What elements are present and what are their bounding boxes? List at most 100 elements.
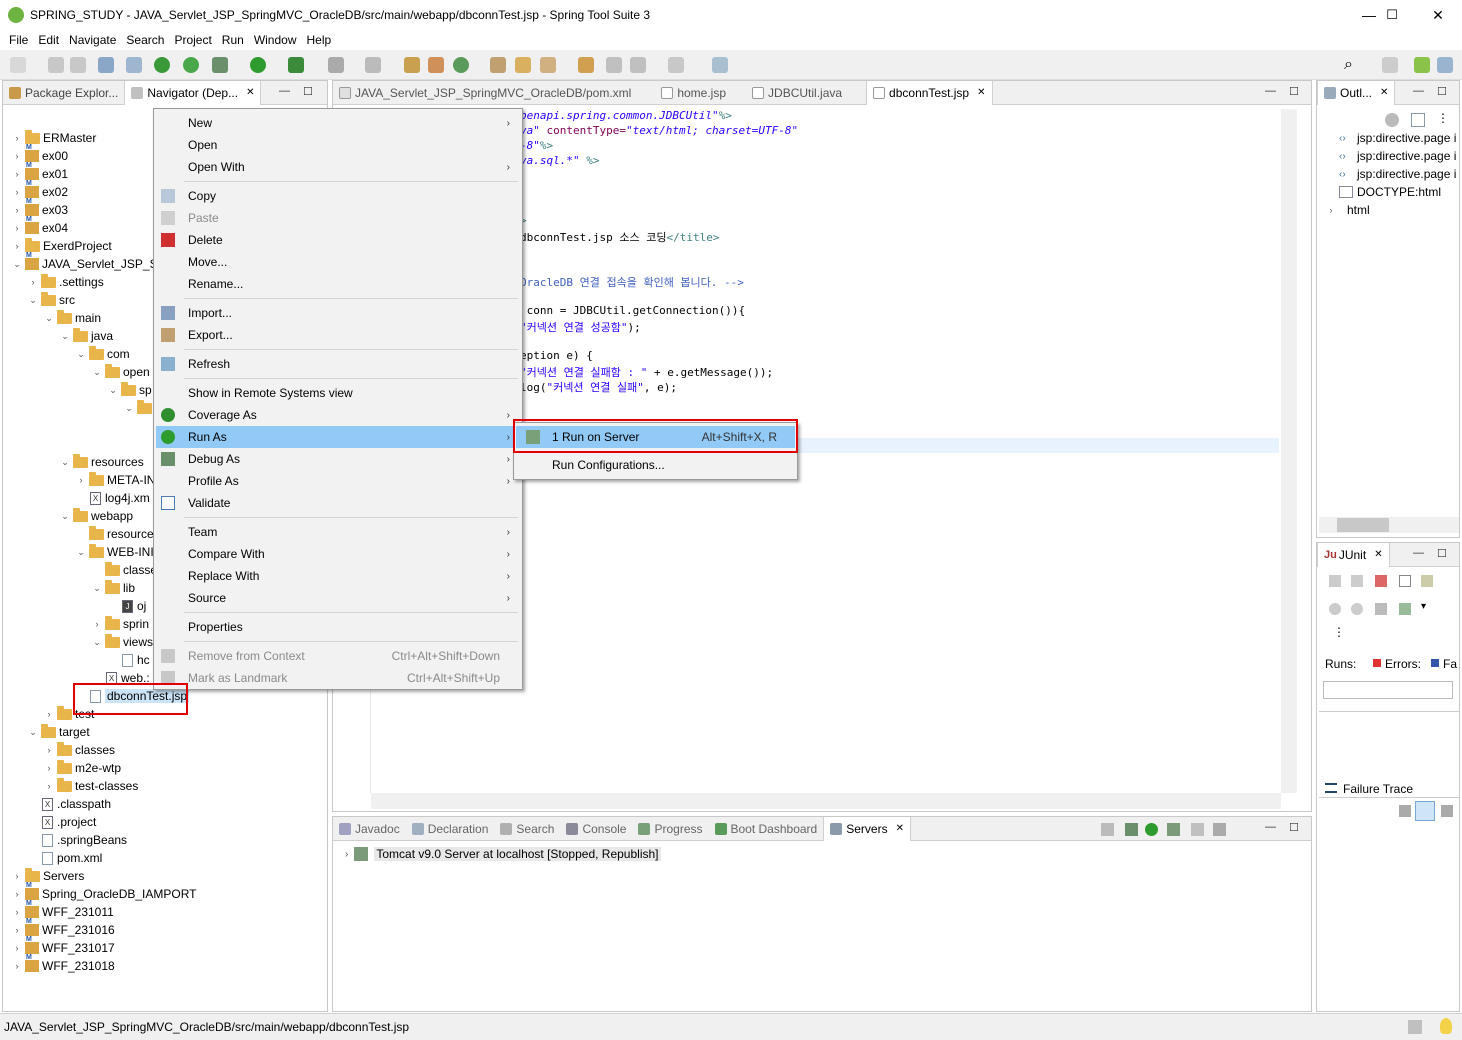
tree-item[interactable]: ⌄ open bbox=[91, 363, 150, 381]
menu-item-compare-with[interactable]: Compare With › bbox=[156, 543, 520, 565]
new-java-project-icon[interactable] bbox=[404, 57, 420, 73]
tree-item[interactable]: › WFF_231018 bbox=[11, 954, 115, 975]
previous-failure-icon[interactable] bbox=[1351, 575, 1363, 587]
outline-hscrollbar[interactable] bbox=[1319, 517, 1459, 533]
tree-item[interactable]: .springBeans bbox=[27, 831, 127, 849]
tree-item[interactable]: resource bbox=[75, 525, 154, 543]
minimize-view-icon[interactable]: — bbox=[1413, 547, 1424, 559]
expand-arrow-icon[interactable]: › bbox=[11, 205, 23, 215]
expand-arrow-icon[interactable]: ⌄ bbox=[91, 637, 103, 648]
tree-item[interactable]: ⌄ src bbox=[27, 291, 75, 309]
search-icon[interactable]: ⌕ bbox=[1344, 57, 1360, 73]
tip-lightbulb-icon[interactable] bbox=[1440, 1018, 1452, 1034]
menu-item-replace-with[interactable]: Replace With › bbox=[156, 565, 520, 587]
debug-icon[interactable] bbox=[212, 57, 228, 73]
spring-perspective-icon[interactable] bbox=[1414, 57, 1430, 73]
close-tab-icon[interactable]: ✕ bbox=[246, 87, 254, 98]
new-icon[interactable] bbox=[10, 57, 26, 73]
expand-arrow-icon[interactable]: ⌄ bbox=[59, 457, 71, 468]
expand-arrow-icon[interactable]: ⌄ bbox=[75, 547, 87, 558]
expand-arrow-icon[interactable]: ⌄ bbox=[123, 403, 135, 414]
tab-dbconntest-jsp[interactable]: dbconnTest.jsp ✕ bbox=[866, 80, 993, 105]
menu-edit[interactable]: Edit bbox=[33, 33, 64, 47]
menu-item-debug-as[interactable]: Debug As › bbox=[156, 448, 520, 470]
minimize-view-icon[interactable]: — bbox=[1413, 85, 1424, 97]
tree-item[interactable]: › classes bbox=[43, 741, 115, 759]
close-tab-icon[interactable]: ✕ bbox=[977, 87, 985, 98]
expand-arrow-icon[interactable]: › bbox=[11, 943, 23, 953]
dropdown-icon[interactable]: ▾ bbox=[1421, 601, 1426, 612]
maximize-editor-icon[interactable]: ☐ bbox=[1289, 85, 1299, 98]
collapse-all-icon[interactable] bbox=[1385, 113, 1399, 127]
forward-icon[interactable] bbox=[668, 57, 684, 73]
expand-arrow-icon[interactable]: › bbox=[91, 619, 103, 629]
expand-arrow-icon[interactable]: ⌄ bbox=[27, 295, 39, 306]
tree-item[interactable]: › ERMaster bbox=[11, 129, 96, 147]
tree-item[interactable]: › ex03 bbox=[11, 198, 69, 219]
tree-item[interactable]: › ex01 bbox=[11, 162, 69, 183]
expand-arrow-icon[interactable]: › bbox=[75, 475, 87, 485]
tree-item[interactable]: › ex00 bbox=[11, 144, 69, 165]
outline-item[interactable]: DOCTYPE:html bbox=[1325, 183, 1441, 201]
tree-item[interactable]: X .project bbox=[27, 813, 96, 831]
save-all-icon[interactable] bbox=[70, 57, 86, 73]
maximize-view-icon[interactable]: ☐ bbox=[1437, 547, 1447, 560]
menu-item-coverage-as[interactable]: Coverage As › bbox=[156, 404, 520, 426]
filter-stack-icon[interactable] bbox=[1415, 801, 1435, 821]
menu-search[interactable]: Search bbox=[121, 33, 169, 47]
maximize-view-icon[interactable]: ☐ bbox=[1437, 85, 1447, 98]
menu-item-run-as[interactable]: Run As › bbox=[156, 426, 520, 448]
tab-outline[interactable]: Outl... ✕ bbox=[1317, 80, 1396, 105]
menu-item-properties[interactable]: Properties bbox=[156, 616, 520, 638]
minimize-view-icon[interactable]: — bbox=[279, 85, 290, 97]
menu-help[interactable]: Help bbox=[302, 33, 337, 47]
tree-item[interactable]: ⌄ sp bbox=[107, 381, 152, 399]
menu-item-copy[interactable]: Copy bbox=[156, 185, 520, 207]
view-menu-icon[interactable]: ⋮ bbox=[1437, 111, 1449, 125]
expand-arrow-icon[interactable]: › bbox=[11, 871, 23, 881]
menu-navigate[interactable]: Navigate bbox=[64, 33, 121, 47]
editor-vscrollbar[interactable] bbox=[1281, 109, 1297, 793]
debug-server-icon[interactable] bbox=[1125, 823, 1138, 836]
tree-item[interactable]: ⌄ target bbox=[27, 723, 90, 741]
search-tb-icon[interactable] bbox=[578, 57, 594, 73]
tree-item[interactable]: › Servers bbox=[11, 867, 84, 885]
link-editor-icon[interactable] bbox=[1411, 113, 1425, 127]
tab-progress[interactable]: Progress bbox=[632, 817, 708, 841]
expand-arrow-icon[interactable]: › bbox=[11, 241, 23, 251]
outline-item[interactable]: ‹› jsp:directive.page i bbox=[1325, 129, 1456, 147]
tree-item[interactable]: ⌄ JAVA_Servlet_JSP_Sp bbox=[11, 252, 164, 273]
new-server-icon[interactable] bbox=[1101, 823, 1114, 836]
tree-item[interactable]: classe bbox=[91, 561, 157, 579]
tree-item[interactable]: ⌄ views bbox=[91, 633, 153, 651]
expand-arrow-icon[interactable]: ⌄ bbox=[91, 367, 103, 378]
expand-arrow-icon[interactable]: › bbox=[11, 889, 23, 899]
run-configurations-item[interactable]: Run Configurations... bbox=[516, 454, 795, 476]
expand-arrow-icon[interactable]: ⌄ bbox=[107, 385, 119, 396]
publish-icon[interactable] bbox=[1213, 823, 1226, 836]
pin-editor-icon[interactable] bbox=[712, 57, 728, 73]
view-menu-icon[interactable]: ⋮ bbox=[1333, 625, 1345, 639]
test-history-icon[interactable] bbox=[1421, 575, 1433, 587]
profile-server-icon[interactable] bbox=[1167, 823, 1180, 836]
expand-arrow-icon[interactable]: › bbox=[11, 961, 23, 971]
maximize-button[interactable]: ☐ bbox=[1369, 0, 1415, 30]
tree-item[interactable]: ⌄ resources bbox=[59, 453, 144, 471]
outline-item[interactable]: › html bbox=[1325, 201, 1370, 219]
tab-declaration[interactable]: Declaration bbox=[406, 817, 495, 841]
menu-item-refresh[interactable]: Refresh bbox=[156, 353, 520, 375]
expand-arrow-icon[interactable]: › bbox=[11, 223, 23, 233]
tree-item[interactable]: › ex04 bbox=[11, 216, 69, 237]
tab-servers[interactable]: Servers ✕ bbox=[823, 816, 911, 841]
tree-item[interactable]: › sprin bbox=[91, 615, 149, 633]
expand-arrow-icon[interactable]: ⌄ bbox=[75, 349, 87, 360]
annotation-icon[interactable] bbox=[606, 57, 622, 73]
rerun-failed-icon[interactable] bbox=[1351, 603, 1363, 615]
save-icon[interactable] bbox=[48, 57, 64, 73]
expand-arrow-icon[interactable]: ⌄ bbox=[59, 331, 71, 342]
stop-server-icon[interactable] bbox=[1191, 823, 1204, 836]
menu-item-import[interactable]: Import... bbox=[156, 302, 520, 324]
outline-item[interactable]: ‹› jsp:directive.page i bbox=[1325, 165, 1456, 183]
start-server-icon[interactable] bbox=[1145, 823, 1158, 836]
menu-item-show-in-remote-systems-view[interactable]: Show in Remote Systems view bbox=[156, 382, 520, 404]
